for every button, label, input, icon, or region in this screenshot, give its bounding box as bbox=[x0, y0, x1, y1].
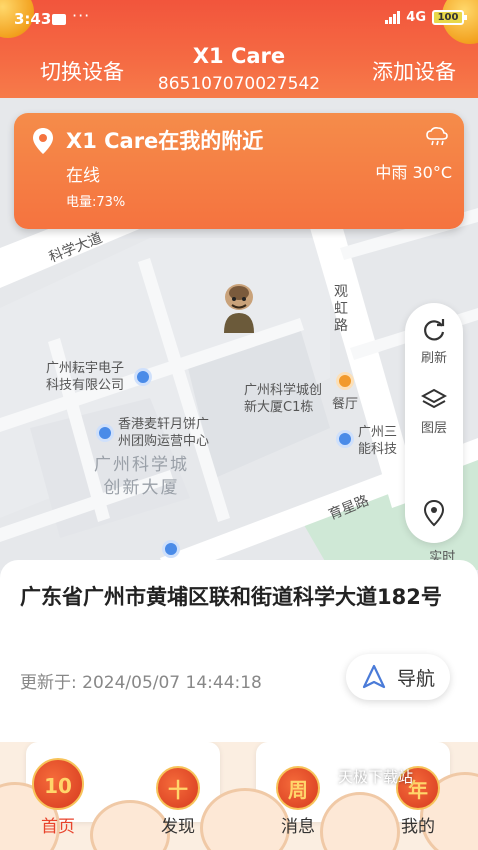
tab-label: 首页 bbox=[41, 817, 75, 837]
address-panel: 广东省广州市黄埔区联和街道科学大道182号 更新于: 2024/05/07 14… bbox=[0, 560, 478, 760]
battery-level: 电量:73% bbox=[66, 195, 126, 210]
device-nearby-title: X1 Care在我的附近 bbox=[66, 129, 264, 153]
network-type: 4G bbox=[406, 10, 426, 25]
layers-icon bbox=[421, 388, 447, 409]
poi-marker-icon[interactable] bbox=[162, 540, 180, 558]
weather-text: 中雨 30°C bbox=[375, 163, 452, 182]
poi-label: 香港麦轩月饼广 州团购运营中心 bbox=[118, 417, 210, 449]
navigate-button[interactable]: 导航 bbox=[346, 654, 450, 700]
area-label: 广州科学城 创新大厦 bbox=[94, 455, 189, 498]
rain-cloud-icon bbox=[426, 127, 448, 146]
poi-marker-icon[interactable] bbox=[134, 368, 152, 386]
more-notifications-icon: ··· bbox=[72, 6, 91, 25]
tab-discover[interactable]: 十 发现 bbox=[138, 766, 218, 837]
battery-icon: 100 bbox=[432, 10, 467, 25]
refresh-button[interactable]: 刷新 bbox=[405, 317, 463, 366]
online-status: 在线 bbox=[66, 166, 100, 186]
poi-label: 广州科学城创 新大厦C1栋 bbox=[244, 383, 323, 415]
poi-label: 广州耘宇电子 科技有限公司 bbox=[46, 361, 125, 393]
device-location-card[interactable]: X1 Care在我的附近 在线 电量:73% 中雨 30°C bbox=[14, 113, 464, 229]
status-indicators: 4G 100 bbox=[385, 10, 467, 25]
restaurant-marker-icon[interactable] bbox=[336, 372, 354, 390]
home-tab-icon: 10 bbox=[32, 758, 84, 810]
update-time: 更新于: 2024/05/07 14:44:18 bbox=[20, 668, 262, 693]
tab-bar: 10 首页 十 发现 周 消息 年 我的 bbox=[0, 742, 478, 850]
poi-marker-icon[interactable] bbox=[96, 424, 114, 442]
status-bar: 3:43 ··· 4G 100 bbox=[0, 0, 478, 36]
poi-marker-icon[interactable] bbox=[336, 430, 354, 448]
layers-label: 图层 bbox=[420, 421, 447, 436]
location-pin-icon bbox=[33, 128, 53, 154]
messages-tab-icon: 周 bbox=[276, 766, 320, 810]
tab-label: 发现 bbox=[161, 817, 195, 837]
status-time: 3:43 bbox=[14, 10, 52, 28]
road-label: 观虹路 bbox=[334, 284, 348, 334]
address-text: 广东省广州市黄埔区联和街道科学大道182号 bbox=[20, 585, 442, 609]
message-notification-icon bbox=[52, 14, 66, 25]
tab-label: 我的 bbox=[401, 817, 435, 837]
tab-label: 消息 bbox=[281, 817, 315, 837]
device-avatar-icon[interactable] bbox=[218, 283, 260, 333]
tab-home[interactable]: 10 首页 bbox=[18, 758, 98, 837]
refresh-icon bbox=[424, 319, 445, 341]
poi-label: 餐厅 bbox=[332, 397, 359, 412]
update-timestamp: 2024/05/07 14:44:18 bbox=[82, 673, 262, 693]
locate-pin-icon bbox=[423, 499, 445, 527]
discover-tab-icon: 十 bbox=[156, 766, 200, 810]
tab-messages[interactable]: 周 消息 bbox=[258, 766, 338, 837]
app-header: 3:43 ··· 4G 100 切换设备 X1 Care 86510707002… bbox=[0, 0, 478, 98]
add-device-button[interactable]: 添加设备 bbox=[372, 56, 456, 86]
poi-label: 广州三 能科技 bbox=[358, 425, 398, 457]
layers-button[interactable]: 图层 bbox=[405, 387, 463, 436]
map-tools-panel: 刷新 图层 实时 定位 bbox=[405, 303, 463, 583]
refresh-label: 刷新 bbox=[420, 351, 447, 366]
navigate-arrow-icon bbox=[362, 664, 386, 689]
watermark: 天极下载站 bbox=[338, 768, 414, 786]
update-prefix: 更新于: bbox=[20, 673, 77, 693]
signal-strength-icon bbox=[385, 11, 401, 24]
navigate-label: 导航 bbox=[396, 667, 435, 690]
bottom-tab-bar: 10 首页 十 发现 周 消息 年 我的 天极下载站 bbox=[0, 742, 478, 850]
